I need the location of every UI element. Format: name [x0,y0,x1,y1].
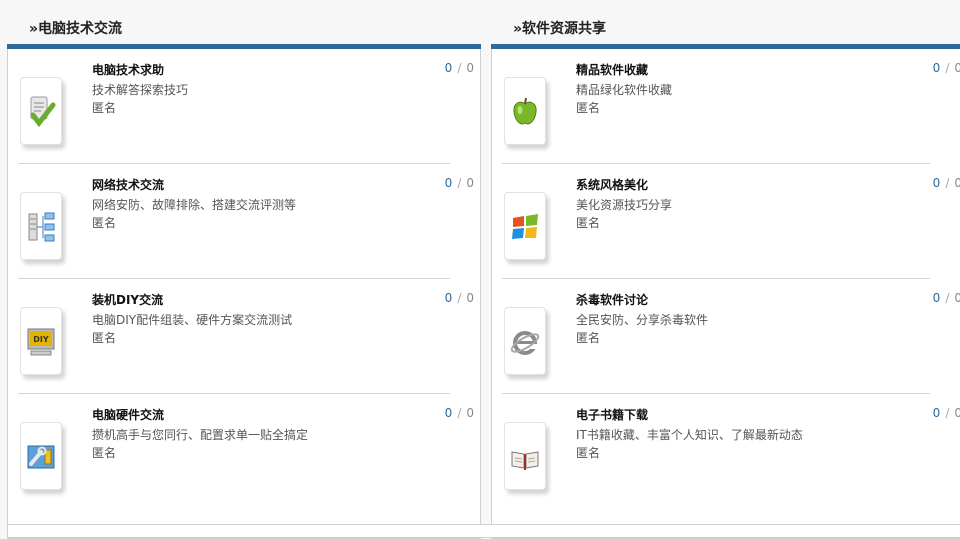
forum-category-computer-tech: »电脑技术交流 电脑技术求助 技术解答探索技巧 匿名 0 / 0 网络技术交流 网络… [7,14,481,539]
topic-count: 0 [444,61,453,75]
forum-list: 精品软件收藏 精品绿化软件收藏 匿名 0 / 0 系统风格美化 美化资源技巧分享 匿… [491,49,960,539]
forum-counts: 0 / 0 [445,176,474,190]
forum-title[interactable]: 网络技术交流 [92,176,164,193]
last-post-user: 匿名 [576,101,601,115]
forum-description: 网络安防、故障排除、搭建交流评测等 [92,198,297,212]
post-count: 0 [466,406,474,420]
open-book-icon[interactable] [504,422,546,490]
forum-description: 精品绿化软件收藏 [576,83,673,97]
forum-row: DIY 装机DIY交流 电脑DIY配件组装、硬件方案交流测试 匿名 0 / 0 [8,279,480,394]
green-apple-icon[interactable] [504,77,546,145]
document-check-icon[interactable] [20,77,62,145]
forum-counts: 0 / 0 [445,406,474,420]
category-title[interactable]: »软件资源共享 [491,14,960,44]
forum-title[interactable]: 精品软件收藏 [576,61,648,78]
ie-browser-icon[interactable] [504,307,546,375]
count-separator: / [945,291,950,305]
forum-description: 美化资源技巧分享 [576,198,673,212]
forum-row: 网络技术交流 网络安防、故障排除、搭建交流评测等 匿名 0 / 0 [8,164,480,279]
forum-counts: 0 / 0 [933,406,960,420]
forum-title[interactable]: 装机DIY交流 [92,291,163,308]
next-section-box [7,524,960,538]
topic-count: 0 [932,176,941,190]
forum-title[interactable]: 电脑硬件交流 [92,406,164,423]
post-count: 0 [954,61,960,75]
svg-text:DIY: DIY [33,335,49,344]
forum-description: 电脑DIY配件组装、硬件方案交流测试 [92,313,293,327]
forum-row: 电脑硬件交流 攒机高手与您同行、配置求单一贴全搞定 匿名 0 / 0 [8,394,480,509]
forum-description: 技术解答探索技巧 [92,83,189,97]
forum-counts: 0 / 0 [933,291,960,305]
forum-counts: 0 / 0 [933,61,960,75]
hardware-tools-icon[interactable] [20,422,62,490]
last-post-user: 匿名 [92,101,117,115]
forum-counts: 0 / 0 [445,291,474,305]
topic-count: 0 [444,176,453,190]
forum-description: 全民安防、分享杀毒软件 [576,313,709,327]
last-post-user: 匿名 [576,331,601,345]
forum-category-software: »软件资源共享 精品软件收藏 精品绿化软件收藏 匿名 0 / 0 系统风格美化 美化… [491,14,960,539]
post-count: 0 [466,61,474,75]
forum-counts: 0 / 0 [445,61,474,75]
forum-title[interactable]: 杀毒软件讨论 [576,291,648,308]
topic-count: 0 [932,61,941,75]
network-icon[interactable] [20,192,62,260]
forum-description: 攒机高手与您同行、配置求单一贴全搞定 [92,428,309,442]
windows-logo-icon[interactable] [504,192,546,260]
forum-title[interactable]: 电脑技术求助 [92,61,164,78]
last-post-user: 匿名 [576,216,601,230]
count-separator: / [945,176,950,190]
count-separator: / [457,61,462,75]
forum-row: 精品软件收藏 精品绿化软件收藏 匿名 0 / 0 [492,49,960,164]
last-post-user: 匿名 [92,216,117,230]
forum-row: 系统风格美化 美化资源技巧分享 匿名 0 / 0 [492,164,960,279]
topic-count: 0 [444,406,453,420]
forum-title[interactable]: 系统风格美化 [576,176,648,193]
forum-row: 杀毒软件讨论 全民安防、分享杀毒软件 匿名 0 / 0 [492,279,960,394]
last-post-user: 匿名 [92,446,117,460]
count-separator: / [945,406,950,420]
post-count: 0 [954,406,960,420]
count-separator: / [945,61,950,75]
forum-row: 电子书籍下载 IT书籍收藏、丰富个人知识、了解最新动态 匿名 0 / 0 [492,394,960,509]
diy-computer-icon[interactable]: DIY [20,307,62,375]
count-separator: / [457,406,462,420]
forum-description: IT书籍收藏、丰富个人知识、了解最新动态 [576,428,803,442]
topic-count: 0 [444,291,453,305]
topic-count: 0 [932,291,941,305]
count-separator: / [457,291,462,305]
post-count: 0 [466,176,474,190]
forum-counts: 0 / 0 [933,176,960,190]
forum-row: 电脑技术求助 技术解答探索技巧 匿名 0 / 0 [8,49,480,164]
category-title[interactable]: »电脑技术交流 [7,14,481,44]
post-count: 0 [954,291,960,305]
last-post-user: 匿名 [576,446,601,460]
count-separator: / [457,176,462,190]
forum-list: 电脑技术求助 技术解答探索技巧 匿名 0 / 0 网络技术交流 网络安防、故障排除、… [7,49,481,539]
post-count: 0 [954,176,960,190]
topic-count: 0 [932,406,941,420]
forum-title[interactable]: 电子书籍下载 [576,406,648,423]
last-post-user: 匿名 [92,331,117,345]
post-count: 0 [466,291,474,305]
